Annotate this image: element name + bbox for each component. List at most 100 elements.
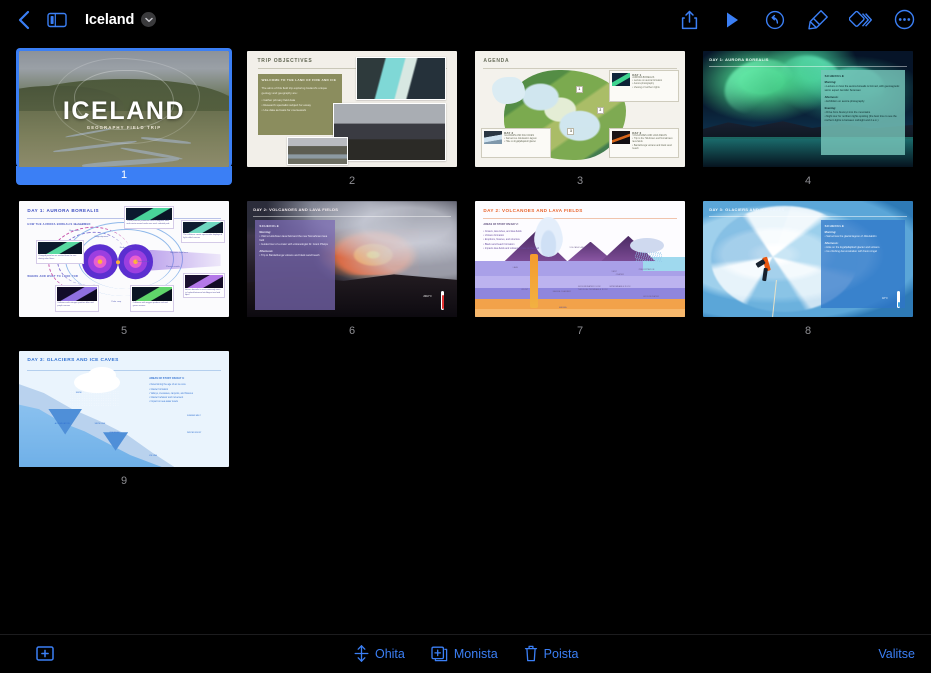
document-title-group[interactable]: Iceland	[76, 12, 157, 28]
slide-title: TRIP OBJECTIVES	[257, 57, 313, 64]
slide-thumbnail-7[interactable]: DAY 2: VOLCANOES AND LAVA FIELDS AREAS O…	[472, 198, 688, 339]
sidebar-toggle-icon	[47, 12, 67, 27]
slide-title: DAY 2: VOLCANOES AND LAVA FIELDS	[253, 206, 339, 212]
diagram-label: SNOW	[75, 391, 82, 394]
subheading: AREAS OF STUDY ON DAY 3:	[149, 376, 185, 380]
diagram-label: SNOW LINE	[94, 422, 106, 425]
slide-thumbnail-6[interactable]: DAY 2: VOLCANOES AND LAVA FIELDS SCHEDUL…	[244, 198, 460, 339]
bullet-text: Impacts lava fields and volcanoes have o…	[484, 246, 539, 250]
schedule-item-text: Night tour for northern lights spotting …	[824, 114, 897, 122]
title-rule	[27, 369, 221, 371]
slide-thumbnail-8[interactable]: DAY 3: GLACIERS AND ICE CAVES SCHEDULE M…	[700, 198, 916, 339]
delete-slide-button[interactable]: Poista	[524, 645, 578, 662]
share-icon	[681, 10, 697, 29]
subheading: AREAS OF STUDY ON DAY 2:	[483, 223, 519, 227]
bullet-text: Determining the age of an ice core	[150, 384, 186, 387]
more-button[interactable]	[889, 5, 919, 35]
animate-icon	[849, 10, 872, 27]
schedule-item-text: Hike on the Eyjafjallajökull glacier and…	[826, 245, 880, 249]
slide-thumbnail-5[interactable]: DAY 1: AURORA BOREALIS HOW THE AURORA BO…	[16, 198, 232, 339]
slide-thumbnail-9[interactable]: DAY 3: GLACIERS AND ICE CAVES AREAS OF S…	[16, 348, 232, 489]
bullet-text: Glacier behavior and movement	[150, 396, 184, 399]
card-thumb	[612, 130, 631, 144]
slide-title: ICELAND	[62, 96, 186, 125]
bullet-text: Glacier formation	[150, 388, 169, 391]
schedule-item: • Night tour for northern lights spottin…	[824, 114, 897, 122]
bullet-text: Craters, lava tubes, and lava fields	[484, 230, 522, 233]
callout-photo: Collisions with nitrogen produce blue an…	[54, 284, 99, 313]
diagram-label: GROUNDWATER FLOW	[577, 285, 601, 288]
callout-text: These particles penetrate Earth's magnet…	[126, 220, 170, 225]
play-button[interactable]	[717, 5, 747, 35]
callout-photo: Aurora borealis is most commonly seen in…	[182, 272, 225, 299]
diagram-label: Plasma mantle	[166, 265, 180, 268]
ice-climber	[755, 252, 779, 282]
slide-thumbnail-4[interactable]: DAY 1: AURORA BOREALIS SCHEDULE Morning:…	[700, 48, 916, 189]
map-pin: 3	[567, 127, 575, 135]
card-line-text: Sail across Jokulsarlon lagoon	[505, 138, 537, 141]
diagram-label: CREVASSE	[109, 432, 120, 435]
diagram-label: IMPERMEABLE ROCK	[609, 285, 631, 288]
slide-thumbnail-1[interactable]: ICELAND GEOGRAPHY FIELD TRIP 1	[16, 48, 232, 185]
schedule-item-text: Sail across the glacial lagoon of Jökuls…	[826, 234, 877, 238]
select-button[interactable]: Valitse	[878, 647, 915, 661]
toolbar-divider	[0, 634, 931, 635]
card-line-text: Bardarbunga volcano and black sand beach	[632, 144, 672, 151]
title-rule	[709, 66, 907, 67]
diagram-label: Neutral sheet	[119, 247, 133, 250]
slide-title: DAY 1: AURORA BOREALIS	[27, 207, 100, 213]
photo	[184, 274, 223, 289]
slide-number-label: 5	[120, 325, 128, 337]
slide-canvas-7: DAY 2: VOLCANOES AND LAVA FIELDS AREAS O…	[475, 201, 685, 317]
callout-photo: Collisions with oxygen produce red and g…	[130, 284, 175, 313]
objectives-panel: WELCOME TO THE LAND OF FIRE AND ICE The …	[257, 74, 342, 135]
slide-title: DAY 1: AURORA BOREALIS	[709, 56, 769, 62]
slide-canvas-6: DAY 2: VOLCANOES AND LAVA FIELDS SCHEDUL…	[247, 201, 457, 317]
magma-conduit	[529, 254, 538, 308]
skip-slide-button[interactable]: Ohita	[354, 645, 405, 662]
agenda-card-day3: DAY 3 GLACIERS AND ICE CAVES • Sail acro…	[481, 127, 551, 158]
duplicate-slide-button[interactable]: Monista	[431, 646, 498, 662]
add-slide-icon	[36, 646, 54, 661]
slide-thumbnail-2[interactable]: TRIP OBJECTIVES WELCOME TO THE LAND OF F…	[244, 48, 460, 189]
diagram-label: THROUGH PERMEABLE ROCK	[577, 289, 608, 292]
diagram-label: LAVA	[512, 267, 518, 270]
back-button[interactable]	[8, 5, 38, 35]
animate-button[interactable]	[846, 5, 876, 35]
schedule-item: • Visit to Holuhraun lava field and the …	[259, 234, 328, 242]
document-title-menu-button[interactable]	[141, 12, 157, 27]
panel-body: The aims of this field trip exploring Ic…	[261, 86, 327, 95]
photo	[126, 207, 173, 220]
climber-leg	[761, 268, 768, 282]
slide-title: DAY 3: GLACIERS AND ICE CAVES	[709, 206, 785, 212]
sidebar-toggle-button[interactable]	[42, 5, 72, 35]
more-ellipsis-icon	[894, 9, 914, 30]
panel-heading: SCHEDULE	[259, 223, 280, 228]
share-button[interactable]	[674, 5, 704, 35]
bottom-toolbar: Ohita Monista Poista Valitse	[0, 634, 931, 673]
callout-photo: The collisions create spectacular displa…	[180, 219, 225, 243]
slide-title: DAY 2: VOLCANOES AND LAVA FIELDS	[483, 207, 583, 213]
slide-thumbnail-3[interactable]: AGENDA 1 2 3 DAY 1 AURORA BOREALIS • Lec…	[472, 48, 688, 189]
thermometer-icon	[897, 290, 901, 308]
bullet-list: • Craters, lava tubes, and lava fields •…	[483, 230, 550, 251]
schedule-item-text: Lecture on how the aurora borealis is fo…	[824, 84, 900, 92]
title-rule	[483, 218, 677, 219]
diagram-label: SUMMER MELT	[187, 414, 201, 417]
callout-text: Charged particles are emitted from the s…	[38, 254, 77, 260]
title-rule	[253, 216, 451, 217]
schedule-item: • Exhibition on aurora photography	[824, 99, 865, 103]
bullet-text: Impact on sea-water levels	[150, 400, 178, 403]
slide-canvas-1: ICELAND GEOGRAPHY FIELD TRIP	[19, 51, 229, 167]
undo-button[interactable]	[760, 5, 790, 35]
format-button[interactable]	[803, 5, 833, 35]
stratum	[475, 299, 685, 310]
diagram-label: Magnetopause	[94, 235, 109, 238]
slide-canvas-3: AGENDA 1 2 3 DAY 1 AURORA BOREALIS • Lec…	[475, 51, 685, 167]
diagram-label: MAGMA	[559, 306, 567, 309]
stratum	[475, 309, 685, 317]
add-slide-button[interactable]	[36, 646, 54, 661]
diagram-label: MAGMA CHAMBER	[552, 291, 572, 294]
callout-photo: Charged particles are emitted from the s…	[35, 240, 85, 264]
bullet-text: Valleys, crevasses, canyons, and fissure…	[150, 392, 193, 395]
